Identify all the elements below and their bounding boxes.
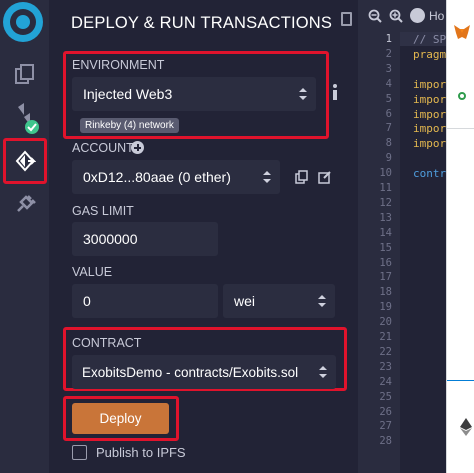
- line-number: 11: [379, 182, 392, 194]
- line-number: 21: [379, 331, 392, 343]
- home-tab-label[interactable]: Ho: [429, 9, 444, 23]
- line-number: 8: [385, 137, 392, 150]
- panel-title: DEPLOY & RUN TRANSACTIONS: [71, 14, 333, 32]
- plugin-icon[interactable]: [0, 184, 49, 224]
- info-icon[interactable]: [332, 84, 338, 100]
- code-line: impor: [413, 107, 447, 121]
- remix-logo-icon[interactable]: [3, 2, 43, 42]
- line-number-gutter: 1 2 3 4 5 6 7 8 9 10 11 12 13 14 15 16 17 18 19 20 21 22 23 24 2…: [358, 32, 400, 473]
- code-line: impor: [413, 137, 447, 151]
- metamask-divider-blue: [447, 380, 474, 381]
- contract-label: CONTRACT: [72, 336, 142, 350]
- line-number: 14: [379, 226, 392, 239]
- line-number: 18: [379, 286, 392, 299]
- value-unit-select[interactable]: wei: [223, 284, 335, 318]
- zoom-out-icon[interactable]: [368, 9, 382, 23]
- metamask-popup[interactable]: [446, 0, 474, 473]
- documentation-icon[interactable]: [341, 12, 352, 26]
- line-number: 6: [385, 107, 392, 120]
- code-line: impor: [413, 77, 447, 91]
- deploy-run-icon[interactable]: [3, 138, 47, 184]
- line-number: 28: [379, 435, 392, 448]
- solidity-compiler-icon[interactable]: [0, 98, 49, 138]
- metamask-fox-icon: [454, 25, 470, 39]
- line-number: 16: [379, 256, 392, 269]
- line-number: 4: [385, 77, 392, 90]
- line-number: 19: [379, 301, 392, 314]
- line-number: 17: [379, 271, 392, 284]
- environment-label: ENVIRONMENT: [72, 58, 165, 72]
- value-amount: 0: [83, 293, 91, 309]
- copy-icon[interactable]: [295, 170, 309, 189]
- environment-value: Injected Web3: [83, 86, 173, 102]
- network-badge: Rinkeby (4) network: [80, 118, 179, 133]
- line-number: 24: [379, 375, 392, 388]
- code-line: // SP: [413, 33, 447, 46]
- zoom-in-icon[interactable]: [389, 9, 403, 23]
- file-explorer-icon[interactable]: [0, 54, 49, 94]
- line-number: 15: [379, 241, 392, 254]
- line-number: 3: [385, 62, 392, 75]
- metamask-divider: [447, 128, 474, 129]
- value-unit: wei: [234, 293, 256, 309]
- line-number: 9: [385, 152, 392, 165]
- home-tab-icon[interactable]: [410, 8, 425, 23]
- account-label: ACCOUNT: [72, 141, 134, 155]
- chevron-updown-icon: [318, 295, 326, 307]
- gas-limit-input[interactable]: 3000000: [72, 222, 218, 256]
- environment-select[interactable]: Injected Web3: [72, 77, 316, 111]
- line-number: 7: [385, 122, 392, 135]
- line-number: 13: [379, 211, 392, 224]
- line-number: 1: [385, 33, 392, 45]
- contract-value: ExobitsDemo - contracts/Exobits.sol: [82, 364, 299, 380]
- code-line: impor: [413, 92, 447, 106]
- line-number: 10: [379, 167, 392, 180]
- line-number: 5: [385, 92, 392, 105]
- account-value: 0xD12...80aae (0 ether): [83, 169, 231, 185]
- code-line: pragm: [413, 47, 447, 61]
- chevron-updown-icon: [263, 171, 271, 183]
- line-number: 2: [385, 47, 392, 60]
- line-number: 23: [379, 360, 392, 373]
- value-input[interactable]: 0: [72, 284, 218, 318]
- deploy-run-panel: DEPLOY & RUN TRANSACTIONS ENVIRONMENT In…: [49, 0, 358, 473]
- line-number: 27: [379, 420, 392, 433]
- chevron-updown-icon: [319, 366, 327, 378]
- code-line: impor: [413, 122, 447, 136]
- line-number: 12: [379, 196, 392, 209]
- line-number: 20: [379, 316, 392, 329]
- deploy-button[interactable]: Deploy: [72, 403, 169, 434]
- line-number: 26: [379, 405, 392, 418]
- account-select[interactable]: 0xD12...80aae (0 ether): [72, 160, 280, 194]
- add-account-icon[interactable]: [131, 141, 144, 154]
- publish-ipfs-checkbox[interactable]: [72, 445, 87, 460]
- connection-status-dot: [458, 92, 466, 100]
- value-label: VALUE: [72, 265, 113, 279]
- contract-select[interactable]: ExobitsDemo - contracts/Exobits.sol: [72, 355, 336, 389]
- publish-ipfs-label: Publish to IPFS: [96, 445, 186, 460]
- icon-rail: [0, 0, 49, 473]
- ethereum-icon: [460, 418, 472, 436]
- chevron-updown-icon: [299, 88, 307, 100]
- gas-limit-value: 3000000: [83, 231, 138, 247]
- line-number: 25: [379, 390, 392, 403]
- code-line: contr: [413, 167, 447, 181]
- gas-limit-label: GAS LIMIT: [72, 204, 134, 218]
- line-number: 22: [379, 345, 392, 358]
- edit-icon[interactable]: [318, 170, 332, 189]
